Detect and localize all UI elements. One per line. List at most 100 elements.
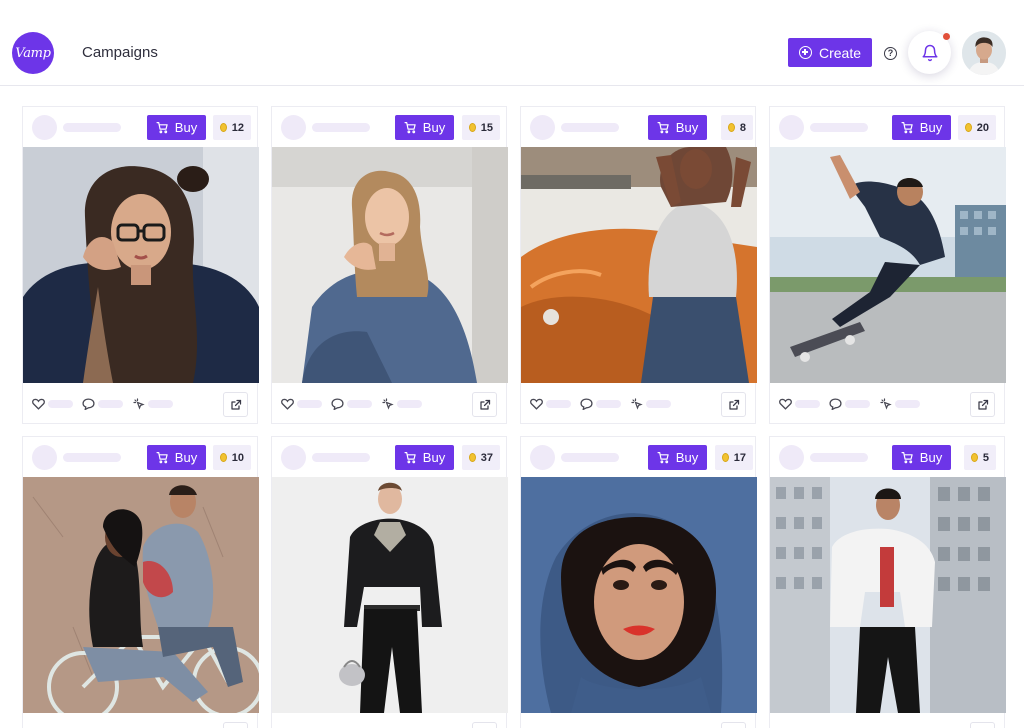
card-header: Buy 15: [272, 107, 506, 147]
campaign-photo[interactable]: [272, 147, 508, 383]
vamp-logo[interactable]: Vamp: [12, 32, 54, 74]
comment-icon[interactable]: [82, 398, 95, 410]
avatar[interactable]: [962, 31, 1006, 75]
external-link-icon: [728, 399, 739, 410]
open-post-button[interactable]: [721, 722, 746, 728]
campaign-photo-image: [521, 147, 757, 383]
buy-button[interactable]: Buy: [648, 445, 707, 470]
heart-icon[interactable]: [281, 398, 294, 410]
buy-button-label: Buy: [174, 450, 198, 465]
clicks-count-placeholder: [895, 400, 920, 408]
comments-count-placeholder: [347, 400, 372, 408]
campaign-photo[interactable]: [521, 147, 757, 383]
page-title: Campaigns: [82, 44, 158, 61]
campaign-card[interactable]: Buy 17: [520, 436, 757, 728]
campaign-card[interactable]: Buy 5: [769, 436, 1006, 728]
campaign-photo[interactable]: [521, 477, 757, 713]
buy-button[interactable]: Buy: [147, 115, 206, 140]
cart-icon: [901, 122, 913, 134]
buy-button-label: Buy: [919, 450, 943, 465]
open-post-button[interactable]: [472, 722, 497, 728]
coin-price-badge: 5: [964, 445, 996, 470]
open-post-button[interactable]: [223, 392, 248, 417]
card-footer: [272, 383, 506, 424]
notifications-button[interactable]: [908, 31, 951, 74]
buy-button-label: Buy: [675, 450, 699, 465]
campaign-card[interactable]: Buy 20: [769, 106, 1006, 424]
coin-price-badge: 17: [715, 445, 753, 470]
buy-button[interactable]: Buy: [892, 445, 951, 470]
campaign-card[interactable]: Buy 10: [22, 436, 259, 728]
coin-icon: [728, 123, 735, 132]
campaign-card[interactable]: Buy 12: [22, 106, 259, 424]
campaign-card[interactable]: Buy 8: [520, 106, 757, 424]
coin-icon: [469, 453, 476, 462]
campaign-card[interactable]: Buy 37: [271, 436, 508, 728]
heart-icon[interactable]: [530, 398, 543, 410]
external-link-icon: [479, 399, 490, 410]
creator-avatar-placeholder: [32, 115, 57, 140]
creator-name-placeholder: [810, 123, 868, 132]
buy-button[interactable]: Buy: [395, 115, 454, 140]
buy-button[interactable]: Buy: [147, 445, 206, 470]
open-post-button[interactable]: [223, 722, 248, 728]
open-post-button[interactable]: [970, 392, 995, 417]
comment-icon[interactable]: [580, 398, 593, 410]
campaign-photo-image: [272, 477, 508, 713]
buy-button[interactable]: Buy: [648, 115, 707, 140]
open-post-button[interactable]: [472, 392, 497, 417]
card-footer: [521, 383, 755, 424]
card-footer: [770, 713, 1004, 728]
comment-icon[interactable]: [331, 398, 344, 410]
buy-button[interactable]: Buy: [395, 445, 454, 470]
buy-button-label: Buy: [422, 450, 446, 465]
campaign-photo[interactable]: [770, 477, 1006, 713]
heart-icon[interactable]: [32, 398, 45, 410]
creator-avatar-placeholder: [530, 445, 555, 470]
cart-icon: [657, 122, 669, 134]
open-post-button[interactable]: [721, 392, 746, 417]
app-header: Vamp Campaigns Create ?: [0, 0, 1024, 86]
creator-name-placeholder: [312, 453, 370, 462]
campaign-photo[interactable]: [770, 147, 1006, 383]
campaign-photo-image: [770, 147, 1006, 383]
create-button[interactable]: Create: [788, 38, 872, 67]
campaign-photo-image: [23, 147, 259, 383]
buy-button-label: Buy: [919, 120, 943, 135]
coin-icon: [965, 123, 972, 132]
likes-count-placeholder: [546, 400, 571, 408]
card-footer: [23, 383, 257, 424]
cart-icon: [156, 122, 168, 134]
likes-count-placeholder: [48, 400, 73, 408]
campaign-photo[interactable]: [272, 477, 508, 713]
creator-avatar-placeholder: [281, 115, 306, 140]
card-header: Buy 12: [23, 107, 257, 147]
coin-price: 17: [733, 451, 746, 464]
creator-avatar-placeholder: [530, 115, 555, 140]
creator-name-placeholder: [63, 123, 121, 132]
coin-price: 20: [976, 121, 989, 134]
card-header: Buy 17: [521, 437, 755, 477]
open-post-button[interactable]: [970, 722, 995, 728]
coin-price: 10: [231, 451, 244, 464]
cart-icon: [404, 452, 416, 464]
comment-icon[interactable]: [829, 398, 842, 410]
external-link-icon: [230, 399, 241, 410]
likes-count-placeholder: [795, 400, 820, 408]
comments-count-placeholder: [845, 400, 870, 408]
cart-icon: [901, 452, 913, 464]
campaign-photo[interactable]: [23, 147, 259, 383]
campaign-card[interactable]: Buy 15: [271, 106, 508, 424]
campaign-photo[interactable]: [23, 477, 259, 713]
heart-icon[interactable]: [779, 398, 792, 410]
click-icon: [382, 398, 394, 410]
card-header: Buy 8: [521, 107, 755, 147]
buy-button-label: Buy: [174, 120, 198, 135]
campaign-photo-image: [272, 147, 508, 383]
coin-icon: [971, 453, 978, 462]
creator-name-placeholder: [561, 123, 619, 132]
help-circle-icon[interactable]: ?: [884, 47, 897, 60]
buy-button[interactable]: Buy: [892, 115, 951, 140]
plus-circle-icon: [798, 46, 812, 59]
coin-price: 8: [739, 121, 746, 134]
